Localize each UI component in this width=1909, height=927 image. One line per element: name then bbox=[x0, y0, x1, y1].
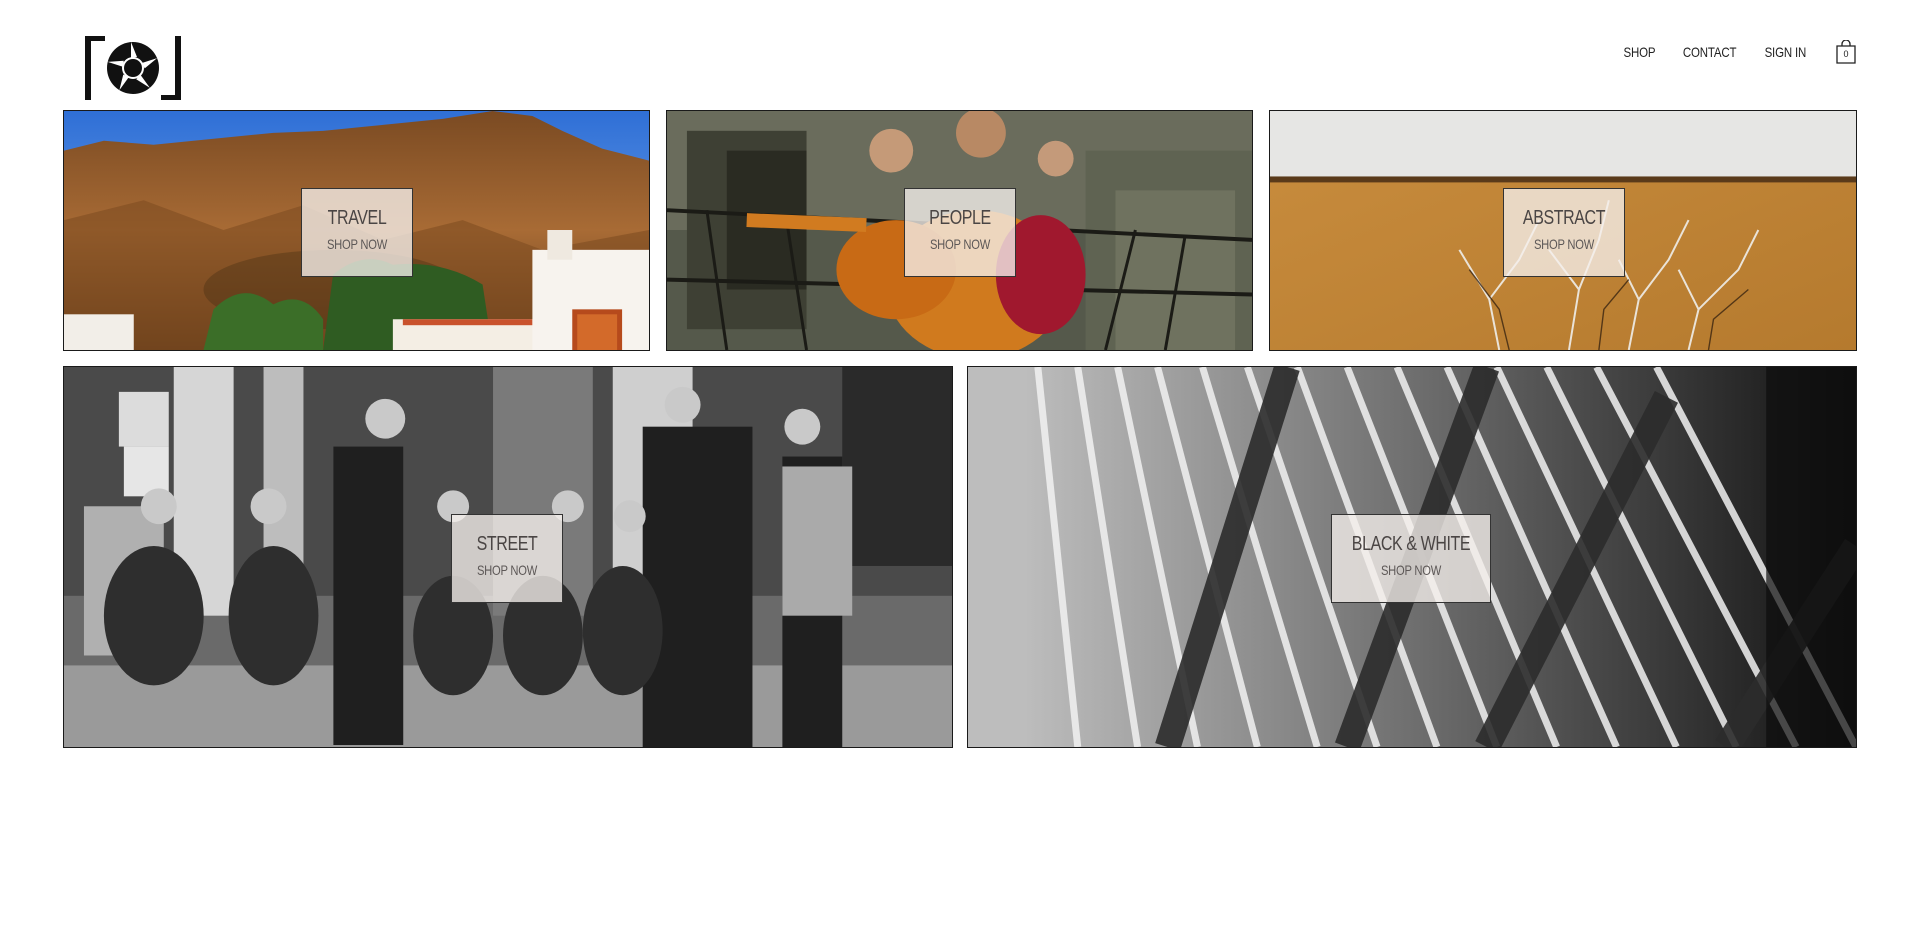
category-label-black-white[interactable]: BLACK & WHITE SHOP NOW bbox=[1331, 514, 1491, 603]
shopping-bag-icon[interactable]: 0 bbox=[1835, 39, 1857, 64]
category-label-abstract[interactable]: ABSTRACT SHOP NOW bbox=[1503, 188, 1625, 277]
shop-now-link[interactable]: SHOP NOW bbox=[463, 562, 551, 578]
main-nav: SHOP CONTACT SIGN IN 0 bbox=[1602, 39, 1857, 64]
category-tile-street[interactable]: STREET SHOP NOW bbox=[63, 366, 953, 748]
category-label-people[interactable]: PEOPLE SHOP NOW bbox=[904, 188, 1016, 277]
category-title: TRAVEL bbox=[327, 207, 387, 229]
category-tile-black-white[interactable]: BLACK & WHITE SHOP NOW bbox=[967, 366, 1857, 748]
shop-now-link[interactable]: SHOP NOW bbox=[1348, 562, 1474, 578]
shop-now-link[interactable]: SHOP NOW bbox=[916, 236, 1004, 252]
category-title: ABSTRACT bbox=[1522, 207, 1606, 229]
nav-contact-link[interactable]: CONTACT bbox=[1683, 44, 1737, 60]
category-tile-travel[interactable]: TRAVEL SHOP NOW bbox=[63, 110, 650, 351]
category-title: PEOPLE bbox=[929, 207, 991, 229]
category-tile-abstract[interactable]: ABSTRACT SHOP NOW bbox=[1269, 110, 1857, 351]
category-title: BLACK & WHITE bbox=[1351, 533, 1471, 555]
nav-sign-in-link[interactable]: SIGN IN bbox=[1765, 44, 1807, 60]
nav-shop-link[interactable]: SHOP bbox=[1624, 44, 1656, 60]
category-title: STREET bbox=[476, 533, 538, 555]
category-tile-people[interactable]: PEOPLE SHOP NOW bbox=[666, 110, 1253, 351]
category-label-street[interactable]: STREET SHOP NOW bbox=[451, 514, 563, 603]
shop-now-link[interactable]: SHOP NOW bbox=[1516, 236, 1612, 252]
shop-now-link[interactable]: SHOP NOW bbox=[313, 236, 401, 252]
site-header: SHOP CONTACT SIGN IN 0 bbox=[0, 0, 1909, 110]
cart-count: 0 bbox=[1843, 49, 1849, 59]
category-label-travel[interactable]: TRAVEL SHOP NOW bbox=[301, 188, 413, 277]
camera-aperture-logo[interactable] bbox=[85, 36, 181, 100]
